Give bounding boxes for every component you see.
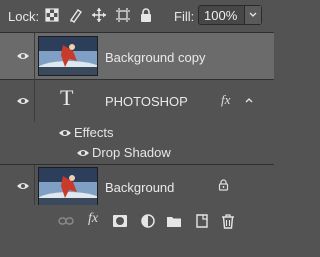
layer-name[interactable]: Background (105, 180, 174, 195)
layers-bottom-toolbar: fx (0, 205, 274, 257)
layer-thumbnail[interactable] (38, 36, 98, 76)
lock-position-icon[interactable] (91, 7, 107, 23)
row-divider (34, 165, 35, 209)
link-layers-icon[interactable] (58, 213, 74, 229)
layer-lock-icon (218, 179, 229, 191)
collapse-effects-chevron-icon[interactable] (245, 97, 253, 103)
add-layer-style-fx-icon[interactable]: fx (88, 211, 98, 227)
new-layer-icon[interactable] (194, 213, 210, 229)
text-layer-icon: T (60, 85, 74, 110)
chevron-down-icon (249, 12, 257, 17)
delete-layer-trash-icon[interactable] (220, 213, 236, 229)
effects-visibility-eye-icon[interactable] (58, 128, 72, 138)
new-adjustment-layer-icon[interactable] (140, 213, 156, 229)
visibility-eye-icon[interactable] (16, 51, 30, 61)
fill-value[interactable]: 100% (204, 8, 237, 23)
photo-thumbnail-image (39, 37, 97, 75)
layer-row-background[interactable]: Background (0, 165, 274, 209)
photo-thumbnail-image (39, 168, 97, 206)
visibility-eye-icon[interactable] (16, 181, 30, 191)
layer-row-photoshop[interactable]: T PHOTOSHOP fx Effects Drop Shadow (0, 80, 274, 165)
lock-all-icon[interactable] (138, 7, 154, 23)
fill-dropdown-button[interactable] (244, 6, 261, 24)
fill-field[interactable]: 100% (198, 5, 262, 25)
lock-label: Lock: (8, 9, 40, 24)
layer-thumbnail[interactable] (38, 167, 98, 207)
effects-fx-icon[interactable]: fx (221, 92, 230, 108)
lock-artboard-icon[interactable] (115, 7, 131, 23)
row-divider (34, 80, 35, 122)
layer-name[interactable]: Background copy (105, 50, 205, 65)
fill-label: Fill: (174, 9, 195, 24)
layer-name[interactable]: PHOTOSHOP (105, 94, 188, 109)
layer-row-background-copy[interactable]: Background copy (0, 33, 274, 80)
row-divider (34, 33, 35, 80)
lock-bar: Lock: Fill: 100% (0, 0, 274, 33)
drop-shadow-effect[interactable]: Drop Shadow (92, 145, 171, 160)
lock-transparent-pixels-icon[interactable] (44, 7, 60, 23)
visibility-eye-icon[interactable] (16, 96, 30, 106)
drop-shadow-visibility-eye-icon[interactable] (76, 148, 90, 158)
add-layer-mask-icon[interactable] (112, 213, 128, 229)
effects-label[interactable]: Effects (74, 125, 114, 140)
new-group-folder-icon[interactable] (166, 213, 182, 229)
lock-image-pixels-icon[interactable] (68, 7, 84, 23)
